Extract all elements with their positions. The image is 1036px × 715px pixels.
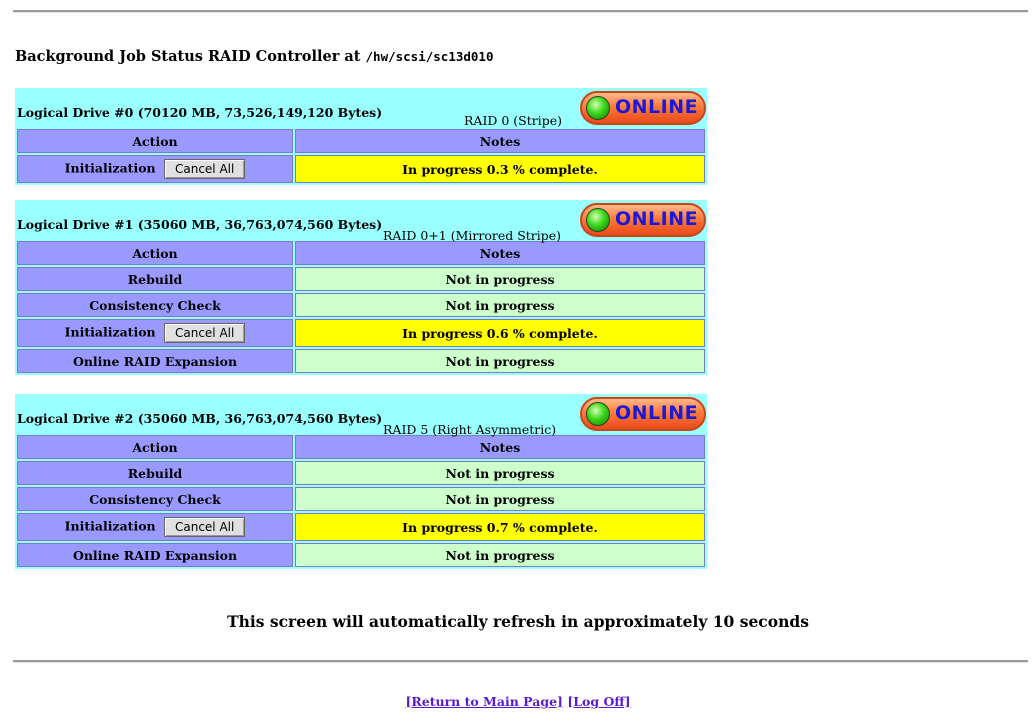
top-divider xyxy=(13,10,1028,13)
note-cell: Not in progress xyxy=(295,349,705,373)
action-cell: Online RAID Expansion xyxy=(17,349,293,373)
raid-level: RAID 5 (Right Asymmetric) xyxy=(383,422,557,437)
action-label: Initialization xyxy=(64,160,156,176)
logical-drive-2: Logical Drive #2 (35060 MB, 36,763,074,5… xyxy=(15,394,707,569)
bottom-divider xyxy=(13,660,1028,663)
cancel-all-button[interactable]: Cancel All xyxy=(163,323,246,343)
online-status-badge: ONLINE xyxy=(580,397,706,431)
jobs-table: Action Notes Initialization Cancel All I… xyxy=(15,127,707,185)
action-cell: Initialization Cancel All xyxy=(17,513,293,541)
online-label: ONLINE xyxy=(615,96,699,118)
return-to-main-link[interactable]: [Return to Main Page] xyxy=(405,694,563,709)
status-led-icon xyxy=(586,96,610,120)
note-cell: Not in progress xyxy=(295,543,705,567)
online-status-badge: ONLINE xyxy=(580,91,706,125)
drive-label: Logical Drive #1 (35060 MB, 36,763,074,5… xyxy=(17,217,383,232)
note-cell: In progress 0.6 % complete. xyxy=(295,319,705,347)
cancel-all-button[interactable]: Cancel All xyxy=(163,159,246,179)
jobs-table: Action Notes Rebuild Not in progress Con… xyxy=(15,239,707,375)
refresh-notice: This screen will automatically refresh i… xyxy=(227,612,809,631)
action-label: Initialization xyxy=(64,518,156,534)
action-cell: Consistency Check xyxy=(17,487,293,511)
note-cell: In progress 0.7 % complete. xyxy=(295,513,705,541)
action-cell: Online RAID Expansion xyxy=(17,543,293,567)
jobs-table: Action Notes Rebuild Not in progress Con… xyxy=(15,433,707,569)
online-status-badge: ONLINE xyxy=(580,203,706,237)
logical-drive-0: Logical Drive #0 (70120 MB, 73,526,149,1… xyxy=(15,88,707,185)
action-cell: Initialization Cancel All xyxy=(17,319,293,347)
action-cell: Rebuild xyxy=(17,461,293,485)
status-led-icon xyxy=(586,208,610,232)
logical-drive-1: Logical Drive #1 (35060 MB, 36,763,074,5… xyxy=(15,200,707,375)
note-cell: Not in progress xyxy=(295,461,705,485)
table-row: Rebuild Not in progress xyxy=(17,461,705,485)
page-title: Background Job Status RAID Controller at… xyxy=(15,48,493,65)
table-row: Initialization Cancel All In progress 0.… xyxy=(17,319,705,347)
note-cell: Not in progress xyxy=(295,267,705,291)
table-row: Initialization Cancel All In progress 0.… xyxy=(17,155,705,183)
table-row: Consistency Check Not in progress xyxy=(17,487,705,511)
action-cell: Rebuild xyxy=(17,267,293,291)
action-cell: Consistency Check xyxy=(17,293,293,317)
table-row: Consistency Check Not in progress xyxy=(17,293,705,317)
table-row: Online RAID Expansion Not in progress xyxy=(17,349,705,373)
online-label: ONLINE xyxy=(615,402,699,424)
drive-label: Logical Drive #2 (35060 MB, 36,763,074,5… xyxy=(17,411,383,426)
action-cell: Initialization Cancel All xyxy=(17,155,293,183)
page-title-text: Background Job Status RAID Controller at xyxy=(15,48,366,65)
online-label: ONLINE xyxy=(615,208,699,230)
cancel-all-button[interactable]: Cancel All xyxy=(163,517,246,537)
table-row: Online RAID Expansion Not in progress xyxy=(17,543,705,567)
controller-path: /hw/scsi/sc13d010 xyxy=(365,49,494,64)
drive-label: Logical Drive #0 (70120 MB, 73,526,149,1… xyxy=(17,105,383,120)
log-off-link[interactable]: [Log Off] xyxy=(567,694,630,709)
raid-level: RAID 0 (Stripe) xyxy=(464,113,563,128)
footer-links: [Return to Main Page] [Log Off] xyxy=(0,694,1036,709)
note-cell: In progress 0.3 % complete. xyxy=(295,155,705,183)
raid-level: RAID 0+1 (Mirrored Stripe) xyxy=(383,228,562,243)
note-cell: Not in progress xyxy=(295,487,705,511)
table-row: Initialization Cancel All In progress 0.… xyxy=(17,513,705,541)
status-led-icon xyxy=(586,402,610,426)
table-row: Rebuild Not in progress xyxy=(17,267,705,291)
action-label: Initialization xyxy=(64,324,156,340)
note-cell: Not in progress xyxy=(295,293,705,317)
